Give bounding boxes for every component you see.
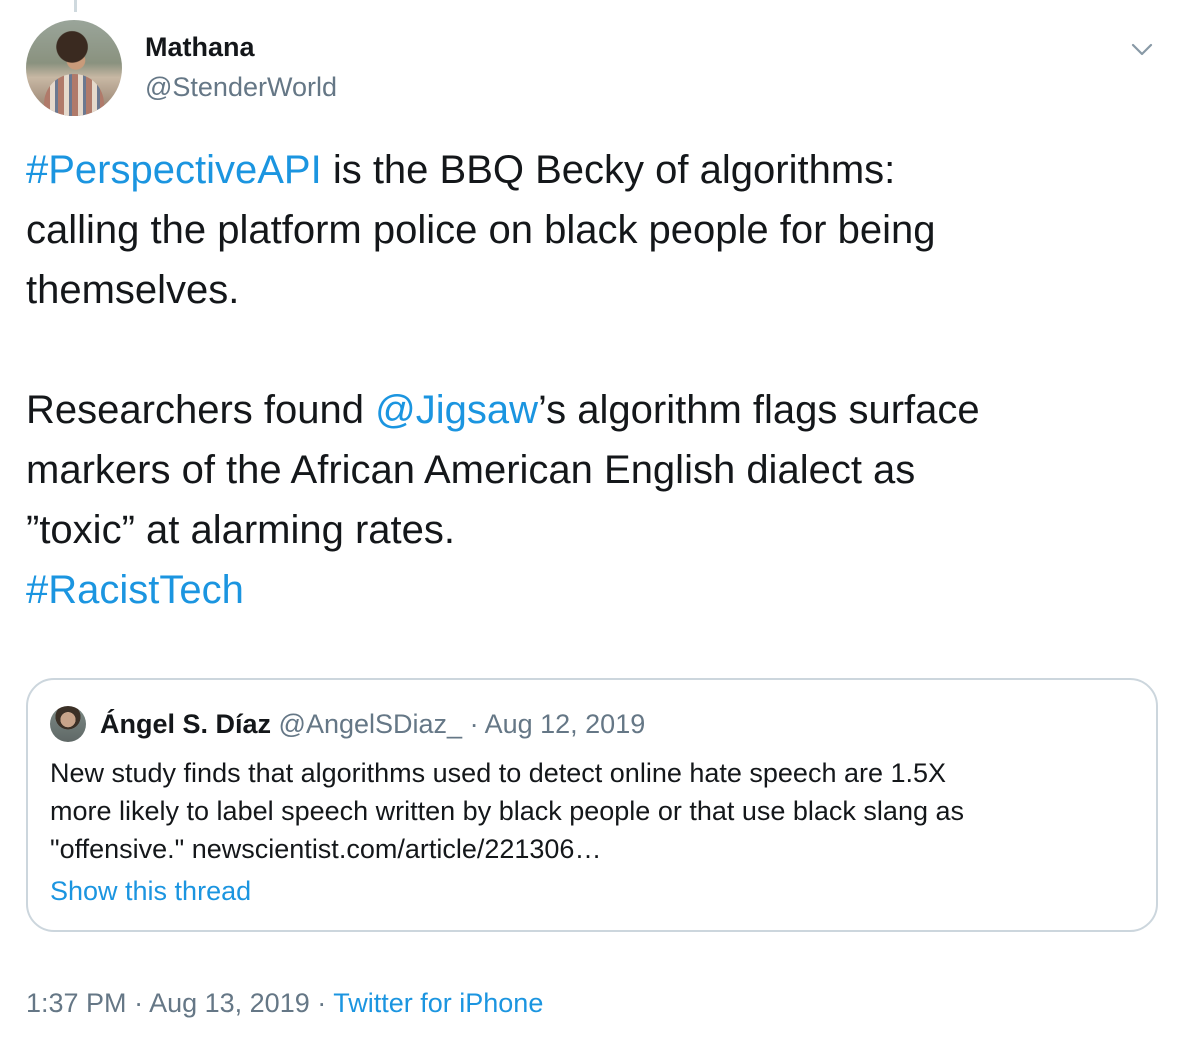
meta-separator: ·: [309, 988, 334, 1018]
quoted-tweet-card[interactable]: Ángel S. Díaz @AngelSDiaz_ · Aug 12, 201…: [26, 678, 1158, 932]
quoted-author-handle: @AngelSDiaz_: [278, 709, 463, 739]
quoted-separator: ·: [462, 709, 485, 739]
hashtag-link-racisttech[interactable]: #RacistTech: [26, 568, 244, 612]
tweet-meta: 1:37 PM · Aug 13, 2019 · Twitter for iPh…: [26, 983, 543, 1023]
quoted-date: Aug 12, 2019: [484, 709, 646, 739]
author-avatar[interactable]: [26, 20, 122, 116]
tweet-text: #PerspectiveAPI is the BBQ Becky of algo…: [26, 148, 980, 612]
chevron-down-icon[interactable]: [1128, 36, 1156, 64]
author-name[interactable]: Mathana: [145, 32, 255, 63]
meta-separator: ·: [126, 988, 150, 1018]
thread-connector-line: [74, 0, 77, 12]
quoted-author-avatar: [50, 706, 86, 742]
tweet-source-link[interactable]: Twitter for iPhone: [333, 988, 543, 1018]
quoted-text-line: "offensive." newscientist.com/article/22…: [50, 834, 602, 864]
show-thread-link[interactable]: Show this thread: [50, 876, 251, 907]
quoted-tweet-text: New study finds that algorithms used to …: [50, 754, 1140, 868]
tweet-date[interactable]: Aug 13, 2019: [149, 988, 310, 1018]
tweet-time[interactable]: 1:37 PM: [26, 988, 127, 1018]
hashtag-link-perspectiveapi[interactable]: #PerspectiveAPI: [26, 148, 322, 192]
tweet-header: Mathana @StenderWorld: [26, 20, 1166, 120]
quoted-tweet-header: Ángel S. Díaz @AngelSDiaz_ · Aug 12, 201…: [100, 706, 645, 742]
quoted-author-name: Ángel S. Díaz: [100, 709, 272, 739]
quoted-text-line: New study finds that algorithms used to …: [50, 758, 947, 788]
mention-link-jigsaw[interactable]: @Jigsaw: [375, 388, 538, 432]
quoted-text-line: more likely to label speech written by b…: [50, 796, 964, 826]
author-handle[interactable]: @StenderWorld: [145, 72, 337, 103]
